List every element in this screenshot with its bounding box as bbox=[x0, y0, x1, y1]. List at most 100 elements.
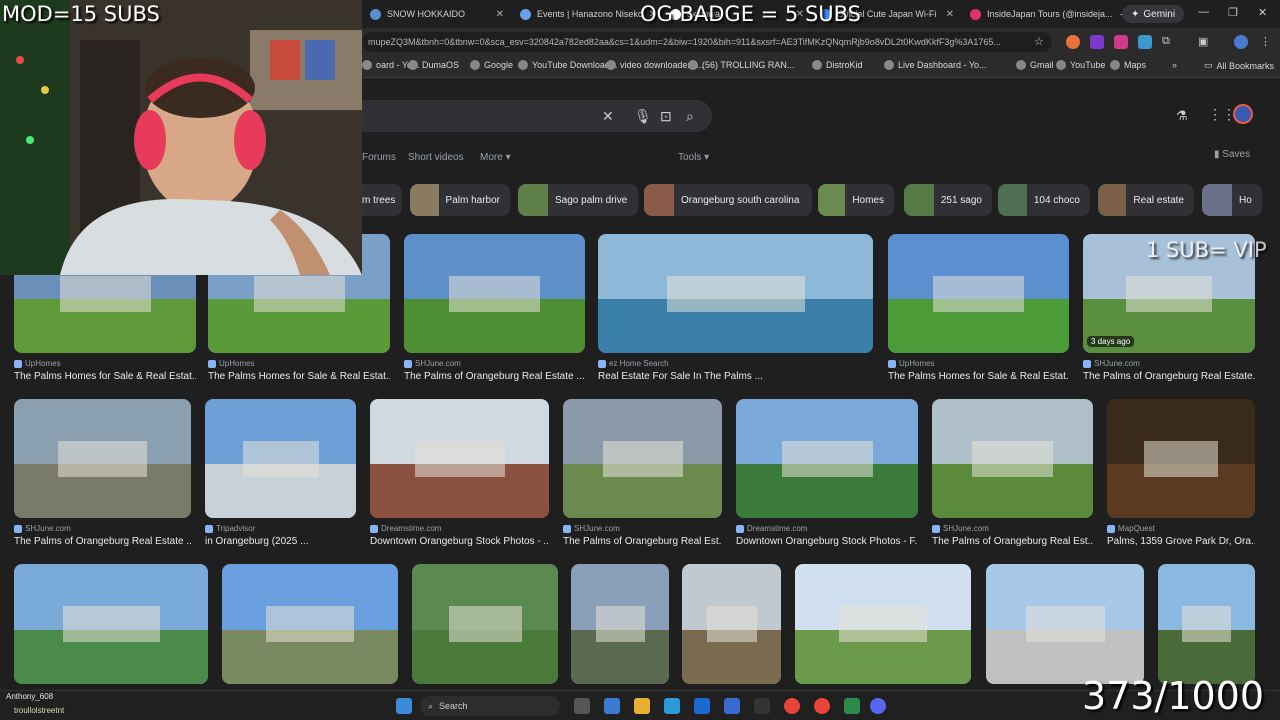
close-tab-icon[interactable]: ✕ bbox=[946, 9, 954, 20]
maximize-button[interactable]: ❐ bbox=[1228, 6, 1238, 19]
image-result[interactable] bbox=[1158, 564, 1255, 684]
apps-grid-icon[interactable]: ⋮⋮ bbox=[1208, 106, 1236, 123]
image-result[interactable] bbox=[571, 564, 669, 684]
result-title[interactable]: The Palms of Orangeburg Real Estate ... bbox=[404, 371, 585, 382]
menu-dots-icon[interactable]: ⋮ bbox=[1260, 35, 1274, 49]
labs-flask-icon[interactable]: ⚗ bbox=[1176, 108, 1188, 124]
bookmark-item[interactable]: Live Dashboard - Yo... bbox=[884, 60, 987, 70]
saves-button[interactable]: ▮ Saves bbox=[1214, 149, 1250, 160]
profile-avatar[interactable] bbox=[1234, 35, 1248, 49]
related-search-chip[interactable]: 104 choco bbox=[998, 184, 1090, 216]
result-title[interactable]: The Palms of Orangeburg Real Est... bbox=[932, 536, 1093, 547]
result-source: SHJune.com bbox=[1083, 359, 1255, 368]
image-result[interactable]: MapQuest Palms, 1359 Grove Park Dr, Ora..… bbox=[1107, 399, 1255, 547]
result-title[interactable]: Palms, 1359 Grove Park Dr, Ora... bbox=[1107, 536, 1255, 547]
all-bookmarks[interactable]: ▭ All Bookmarks bbox=[1204, 60, 1274, 71]
bookmark-item[interactable]: DistroKid bbox=[812, 60, 863, 70]
task-view-icon[interactable] bbox=[574, 698, 590, 714]
result-title[interactable]: Real Estate For Sale In The Palms ... bbox=[598, 371, 873, 382]
image-result[interactable]: ez Home Search Real Estate For Sale In Th… bbox=[598, 234, 873, 382]
bookmark-item[interactable]: YouTube bbox=[1056, 60, 1105, 70]
bookmark-item[interactable]: Google bbox=[470, 60, 513, 70]
result-title[interactable]: The Palms of Orangeburg Real Estate... bbox=[1083, 371, 1255, 382]
related-search-chip[interactable]: Real estate bbox=[1098, 184, 1194, 216]
filter-forums[interactable]: Forums bbox=[362, 152, 396, 163]
image-result[interactable]: UpHomes The Palms Homes for Sale & Real E… bbox=[888, 234, 1069, 382]
result-title[interactable]: in Orangeburg (2025 ... bbox=[205, 536, 356, 547]
related-search-chip[interactable]: Sago palm drive bbox=[518, 184, 638, 216]
url-field[interactable]: mupeZQ3M&tbnh=0&tbnw=0&sca_esv=320842a78… bbox=[362, 32, 1052, 52]
more-bookmarks-icon[interactable]: » bbox=[1172, 60, 1177, 70]
chrome-icon[interactable] bbox=[814, 698, 830, 714]
account-avatar[interactable] bbox=[1233, 104, 1253, 124]
browser-tab[interactable]: InsideJapan Tours (@insideja...✕ bbox=[962, 0, 1112, 28]
extension-icon[interactable] bbox=[1138, 35, 1152, 49]
edge-icon[interactable] bbox=[664, 698, 680, 714]
result-title[interactable]: The Palms Homes for Sale & Real Estat... bbox=[14, 371, 196, 382]
image-result[interactable]: SHJune.com The Palms of Orangeburg Real E… bbox=[14, 399, 191, 547]
tools-button[interactable]: Tools ▾ bbox=[678, 152, 709, 163]
taskbar-search[interactable]: ⌕ Search bbox=[420, 696, 560, 716]
bookmark-icon: ▮ bbox=[1214, 149, 1220, 160]
notepad-icon[interactable] bbox=[844, 698, 860, 714]
file-explorer-icon[interactable] bbox=[634, 698, 650, 714]
image-result[interactable] bbox=[986, 564, 1144, 684]
result-title[interactable]: Downtown Orangeburg Stock Photos - F... bbox=[736, 536, 918, 547]
puzzle-icon[interactable]: ⧉ bbox=[1162, 35, 1176, 49]
start-button[interactable] bbox=[396, 698, 412, 714]
bookmark-item[interactable]: YouTube Download... bbox=[518, 60, 617, 70]
bookmark-item[interactable]: (56) TROLLING RAN... bbox=[688, 60, 794, 70]
store-icon[interactable] bbox=[694, 698, 710, 714]
image-result[interactable]: SHJune.com The Palms of Orangeburg Real E… bbox=[404, 234, 585, 382]
image-result[interactable]: Dreamstime.com Downtown Orangeburg Stock … bbox=[370, 399, 549, 547]
discord-icon[interactable] bbox=[870, 698, 886, 714]
image-result[interactable]: Dreamstime.com Downtown Orangeburg Stock … bbox=[736, 399, 918, 547]
filter-short-videos[interactable]: Short videos bbox=[408, 152, 464, 163]
result-image bbox=[222, 564, 398, 684]
image-result[interactable] bbox=[682, 564, 781, 684]
search-input[interactable]: ✕ 🎙 ⊡ ⌕ bbox=[362, 100, 712, 132]
related-search-chip[interactable]: 251 sago bbox=[904, 184, 992, 216]
related-search-chip[interactable]: Orangeburg south carolina bbox=[644, 184, 812, 216]
extension-icon[interactable] bbox=[1090, 35, 1104, 49]
related-search-chip[interactable]: Palm harbor bbox=[410, 184, 510, 216]
lens-icon[interactable]: ⊡ bbox=[660, 108, 672, 125]
image-result[interactable]: Tripadvisor in Orangeburg (2025 ... bbox=[205, 399, 356, 547]
bookmark-item[interactable]: DumaOS bbox=[408, 60, 459, 70]
image-result[interactable]: SHJune.com The Palms of Orangeburg Real E… bbox=[932, 399, 1093, 547]
streamer-webcam-image bbox=[0, 0, 362, 275]
clear-icon[interactable]: ✕ bbox=[602, 108, 614, 125]
extension-icon[interactable] bbox=[1114, 35, 1128, 49]
result-title[interactable]: The Palms of Orangeburg Real Est... bbox=[563, 536, 722, 547]
related-search-chip[interactable]: Ho bbox=[1202, 184, 1262, 216]
related-search-chip[interactable]: m trees bbox=[362, 184, 402, 216]
related-search-chip[interactable]: Homes bbox=[818, 184, 894, 216]
result-title[interactable]: Downtown Orangeburg Stock Photos - ... bbox=[370, 536, 549, 547]
app-icon[interactable] bbox=[724, 698, 740, 714]
image-result[interactable] bbox=[222, 564, 398, 684]
close-tab-icon[interactable]: ✕ bbox=[496, 9, 504, 20]
image-result[interactable] bbox=[412, 564, 558, 684]
result-title[interactable]: The Palms Homes for Sale & Real Estat... bbox=[888, 371, 1069, 382]
obs-icon[interactable] bbox=[754, 698, 770, 714]
result-title[interactable]: The Palms Homes for Sale & Real Estat... bbox=[208, 371, 390, 382]
gemini-button[interactable]: ✦ Gemini bbox=[1122, 5, 1185, 23]
search-icon[interactable]: ⌕ bbox=[686, 108, 694, 125]
bookmark-item[interactable]: Gmail bbox=[1016, 60, 1054, 70]
widgets-icon[interactable] bbox=[604, 698, 620, 714]
minimize-button[interactable]: — bbox=[1198, 6, 1209, 18]
webcam-overlay bbox=[0, 0, 362, 275]
image-result[interactable]: SHJune.com The Palms of Orangeburg Real E… bbox=[563, 399, 722, 547]
bookmark-star-icon[interactable]: ☆ bbox=[1034, 35, 1048, 49]
browser-tab[interactable]: SNOW HOKKAIDO ✕ bbox=[362, 0, 512, 28]
microphone-icon[interactable]: 🎙 bbox=[634, 108, 652, 125]
result-title[interactable]: The Palms of Orangeburg Real Estate ... bbox=[14, 536, 191, 547]
chrome-icon[interactable] bbox=[784, 698, 800, 714]
extension-icon[interactable] bbox=[1066, 35, 1080, 49]
close-window-button[interactable]: ✕ bbox=[1258, 6, 1267, 19]
image-result[interactable] bbox=[14, 564, 208, 684]
image-result[interactable] bbox=[795, 564, 971, 684]
filter-more[interactable]: More ▾ bbox=[480, 152, 511, 163]
split-view-icon[interactable]: ▣ bbox=[1198, 35, 1212, 49]
bookmark-item[interactable]: Maps bbox=[1110, 60, 1146, 70]
